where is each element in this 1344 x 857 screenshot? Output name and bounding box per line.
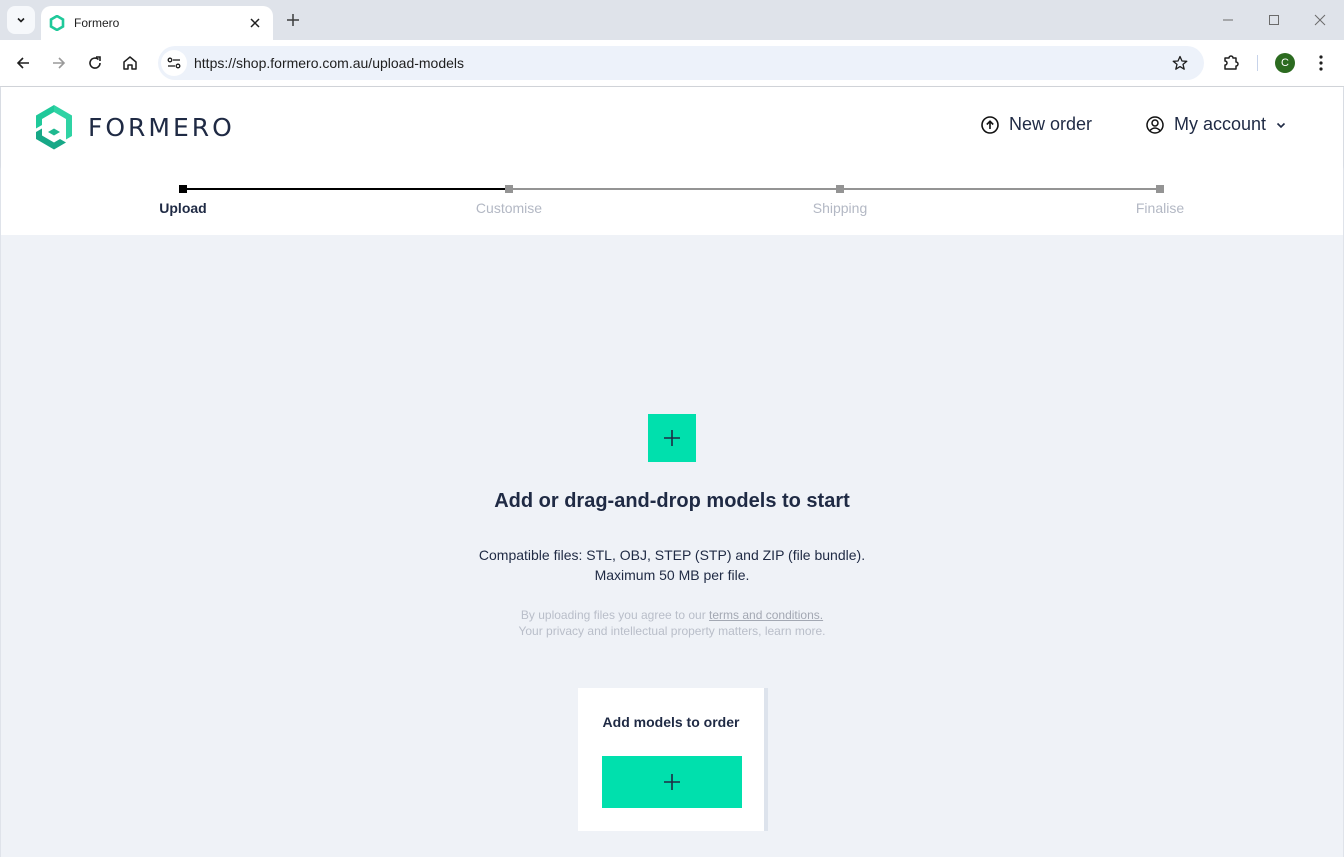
card-add-button[interactable] — [602, 756, 742, 808]
step-finalise: Finalise — [1135, 200, 1185, 216]
site-header: FORMERO New order My account — [1, 87, 1343, 167]
tune-icon — [167, 57, 181, 69]
arrow-right-icon — [53, 57, 66, 69]
compatible-files-line: Compatible files: STL, OBJ, STEP (STP) a… — [478, 547, 866, 563]
step-customise: Customise — [475, 200, 543, 216]
browser-tab[interactable]: Formero — [41, 6, 273, 40]
terms-line: By uploading files you agree to our term… — [1, 607, 1343, 623]
step-line-upcoming — [509, 188, 1160, 190]
reload-icon — [89, 56, 101, 69]
logo-text: FORMERO — [88, 112, 235, 142]
forward-button[interactable] — [47, 51, 71, 75]
new-tab-button[interactable] — [281, 8, 305, 32]
upload-title: Add or drag-and-drop models to start — [494, 490, 850, 512]
minimize-button[interactable] — [1216, 8, 1240, 32]
compatible-files-text: Compatible files: STL, OBJ, STEP (STP) a… — [1, 545, 1343, 585]
bookmark-button[interactable] — [1168, 51, 1192, 75]
order-stepper: Upload Customise Shipping Finalise — [1, 167, 1343, 235]
step-line-completed — [183, 188, 509, 190]
tab-title: Formero — [74, 16, 120, 30]
chevron-down-icon — [1275, 119, 1287, 131]
arrow-left-icon — [16, 57, 29, 69]
plus-icon — [664, 774, 680, 790]
maximize-icon — [1269, 15, 1279, 25]
url-text[interactable]: https://shop.formero.com.au/upload-model… — [194, 55, 1168, 71]
privacy-line[interactable]: Your privacy and intellectual property m… — [1, 623, 1343, 639]
extensions-button[interactable] — [1219, 51, 1243, 75]
tab-close-button[interactable] — [245, 13, 265, 33]
maximize-button[interactable] — [1262, 8, 1286, 32]
max-size-line: Maximum 50 MB per file. — [594, 567, 750, 583]
puzzle-icon — [1224, 55, 1239, 70]
step-dot-upload — [179, 185, 187, 193]
browser-tabstrip: Formero — [0, 0, 1344, 40]
star-icon — [1172, 55, 1188, 70]
profile-avatar[interactable]: C — [1275, 53, 1295, 73]
step-dot-finalise — [1156, 185, 1164, 193]
address-bar[interactable]: https://shop.formero.com.au/upload-model… — [158, 46, 1204, 80]
formero-logo[interactable]: FORMERO — [32, 102, 235, 152]
card-title: Add models to order — [602, 714, 740, 730]
terms-prefix: By uploading files you agree to our — [520, 608, 710, 622]
kebab-menu-icon — [1319, 55, 1323, 71]
terms-link[interactable]: terms and conditions. — [709, 608, 823, 622]
close-icon — [1314, 14, 1326, 26]
formero-logo-icon — [36, 105, 72, 150]
upload-circle-icon — [980, 115, 1000, 135]
new-order-label: New order — [1009, 114, 1093, 134]
add-models-card: Add models to order — [578, 688, 768, 831]
reload-button[interactable] — [83, 51, 107, 75]
my-account-menu[interactable]: My account — [1145, 114, 1287, 135]
my-account-label: My account — [1174, 114, 1267, 134]
browser-toolbar: https://shop.formero.com.au/upload-model… — [0, 40, 1344, 87]
home-button[interactable] — [118, 51, 142, 75]
step-upload[interactable]: Upload — [159, 200, 206, 216]
formero-favicon-icon — [49, 15, 65, 31]
site-info-button[interactable] — [161, 50, 187, 76]
browser-menu-button[interactable] — [1309, 51, 1333, 75]
tab-search-button[interactable] — [7, 6, 35, 34]
plus-icon — [287, 14, 299, 26]
step-shipping: Shipping — [812, 200, 868, 216]
add-models-button[interactable] — [648, 414, 696, 462]
close-icon — [250, 18, 260, 28]
toolbar-separator — [1257, 55, 1258, 71]
legal-text: By uploading files you agree to our term… — [1, 607, 1343, 639]
step-dot-shipping — [836, 185, 844, 193]
page-content: FORMERO New order My account Upload Cust… — [1, 87, 1343, 857]
step-dot-customise — [505, 185, 513, 193]
new-order-link[interactable]: New order — [980, 114, 1092, 135]
back-button[interactable] — [11, 51, 35, 75]
close-window-button[interactable] — [1308, 8, 1332, 32]
chevron-down-icon — [17, 17, 25, 23]
user-circle-icon — [1145, 115, 1165, 135]
minimize-icon — [1223, 19, 1233, 21]
plus-icon — [664, 430, 680, 446]
home-icon — [123, 56, 137, 70]
